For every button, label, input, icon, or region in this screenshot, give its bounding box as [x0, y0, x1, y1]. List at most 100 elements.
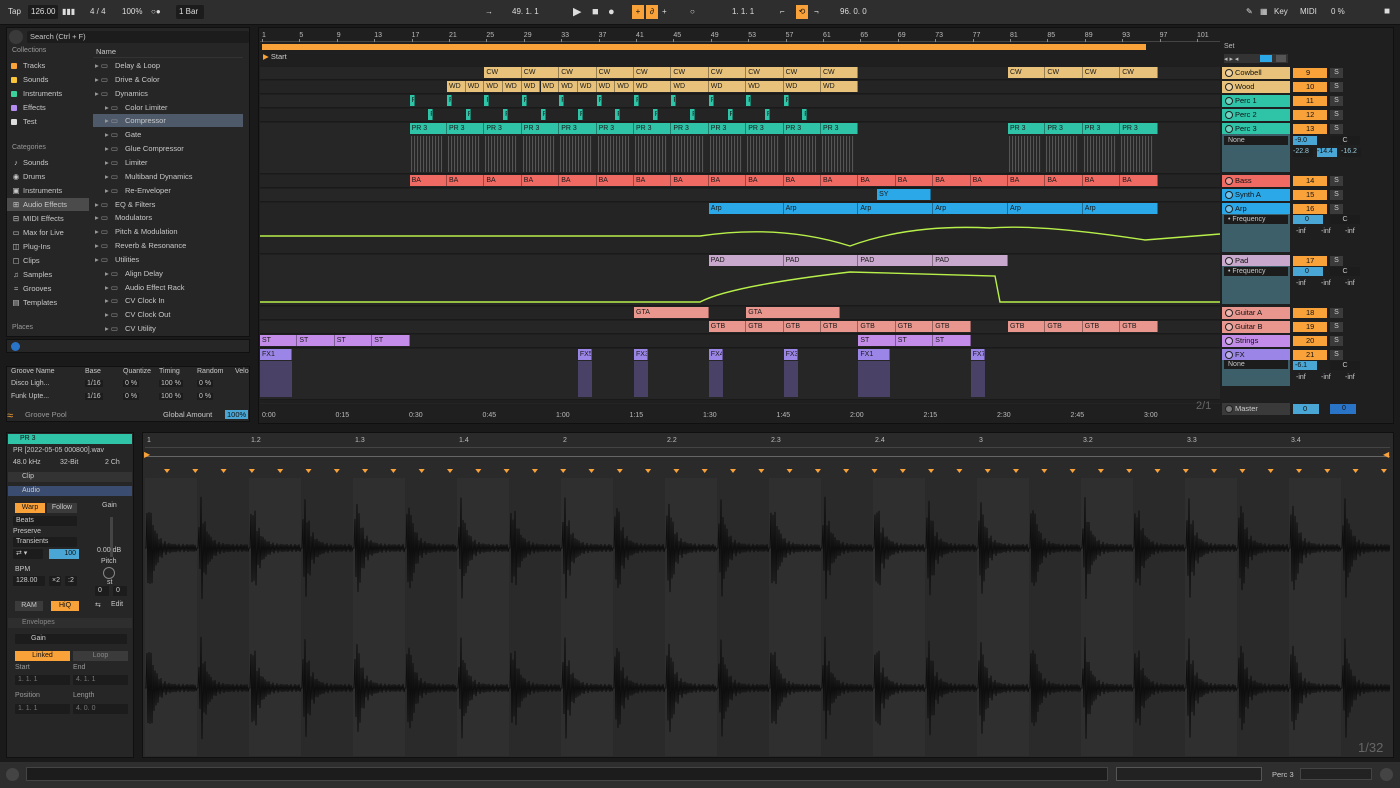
track-activator-icon[interactable]	[1225, 111, 1233, 119]
solo-button[interactable]: S	[1330, 68, 1343, 78]
double-tempo-button[interactable]: ×2	[49, 576, 61, 586]
transient-marker[interactable]	[1097, 469, 1104, 473]
category-item[interactable]: ▤ Templates	[7, 296, 89, 309]
transient-loop-select[interactable]: ⇄ ▾	[13, 549, 43, 559]
search-input[interactable]: Search (Ctrl + F)	[27, 31, 249, 43]
track-number[interactable]: 18	[1293, 308, 1327, 318]
perc3-pan[interactable]: C	[1330, 136, 1360, 145]
track-header[interactable]: Master	[1222, 403, 1290, 415]
overdub-icon[interactable]: +	[632, 5, 644, 19]
perc3-output-select[interactable]: None	[1224, 136, 1288, 145]
pad-volume[interactable]: 0	[1293, 267, 1323, 276]
category-item[interactable]: ▣ Instruments	[7, 184, 89, 197]
loop-button[interactable]: Loop	[73, 651, 128, 661]
detune-field[interactable]: 0	[113, 586, 127, 596]
track-number[interactable]: 13	[1293, 124, 1327, 134]
time-ruler[interactable]: 0:00 0:15 0:30 0:45 1:00 1:15 1:30 1:45 2:00 2:15…	[260, 410, 1220, 422]
punch-in-icon[interactable]: ⌐	[780, 5, 785, 19]
global-amount-field[interactable]: 100%	[225, 410, 249, 419]
transient-marker[interactable]	[588, 469, 595, 473]
category-item[interactable]: ⊞ Audio Effects	[7, 198, 89, 211]
record-icon[interactable]: ●	[608, 5, 615, 19]
transient-marker[interactable]	[1267, 469, 1274, 473]
track-activator-icon[interactable]	[1225, 405, 1233, 413]
session-record-icon[interactable]: ○	[690, 5, 695, 19]
automation-curves[interactable]	[260, 64, 1220, 404]
stop-icon[interactable]: ■	[592, 5, 599, 19]
position-field[interactable]: 49. 1. 1	[512, 5, 539, 19]
loop-icon[interactable]: ⟲	[796, 5, 808, 19]
transient-marker[interactable]	[333, 469, 340, 473]
solo-button[interactable]: S	[1330, 308, 1343, 318]
category-item[interactable]: ⊟ MIDI Effects	[7, 212, 89, 225]
transient-marker[interactable]	[1239, 469, 1246, 473]
track-activator-icon[interactable]	[1225, 69, 1233, 77]
track-number[interactable]: 16	[1293, 204, 1327, 214]
transient-marker[interactable]	[447, 469, 453, 473]
transient-marker[interactable]	[984, 469, 991, 473]
tap-button[interactable]: Tap	[8, 5, 21, 19]
transient-marker[interactable]	[786, 469, 793, 473]
keyboard-icon[interactable]: ▦	[1260, 5, 1268, 19]
category-item[interactable]: ≈ Grooves	[7, 282, 89, 295]
punch-out-icon[interactable]: ¬	[814, 5, 819, 19]
overview-minimap[interactable]	[1116, 767, 1262, 781]
reverse-icon[interactable]: ⇆	[95, 601, 101, 609]
midi-map-button[interactable]: MIDI	[1300, 5, 1317, 19]
browser-file-item[interactable]: ▸ ▭ Drive & Color	[93, 73, 243, 86]
transient-marker[interactable]	[1380, 469, 1387, 473]
linked-button[interactable]: Linked	[15, 651, 70, 661]
track-header[interactable]: Guitar A	[1222, 307, 1290, 319]
arp-volume[interactable]: 0	[1293, 215, 1323, 224]
warp-mode-select[interactable]: Beats	[13, 516, 77, 526]
record-mode-icon[interactable]: ○●	[151, 5, 161, 19]
play-icon[interactable]: ▶	[573, 5, 581, 19]
browser-file-item[interactable]: ▸ ▭ Align Delay	[93, 267, 243, 280]
solo-button[interactable]: S	[1330, 176, 1343, 186]
loop-brace[interactable]	[262, 44, 1146, 50]
end-field[interactable]: 4. 1. 1	[73, 675, 128, 685]
track-activator-icon[interactable]	[1225, 83, 1233, 91]
transient-marker[interactable]	[1324, 469, 1331, 473]
transient-marker[interactable]	[1013, 469, 1019, 473]
track-header[interactable]: Perc 1	[1222, 95, 1290, 107]
track-activator-icon[interactable]	[1225, 97, 1233, 105]
transient-marker[interactable]	[673, 469, 680, 473]
browser-file-item[interactable]: ▸ ▭ Modulators	[93, 211, 243, 224]
track-number[interactable]: 0	[1293, 404, 1319, 414]
browser-file-item[interactable]: ▸ ▭ CV Utility	[93, 322, 243, 335]
solo-button[interactable]: S	[1330, 124, 1343, 134]
browser-file-item[interactable]: ▸ ▭ EQ & Filters	[93, 198, 243, 211]
transient-marker[interactable]	[220, 469, 227, 473]
position-field[interactable]: 1. 1. 1	[15, 704, 70, 714]
track-header[interactable]: Synth A	[1222, 189, 1290, 201]
loop-start-field[interactable]: 1. 1. 1	[732, 5, 754, 19]
envelope-param-select[interactable]: Gain	[15, 634, 127, 644]
track-activator-icon[interactable]	[1225, 351, 1233, 359]
pad-pan[interactable]: C	[1330, 267, 1360, 276]
transient-marker[interactable]	[1296, 469, 1302, 473]
clip-title[interactable]: PR 3	[8, 434, 132, 444]
groove-cell[interactable]: 0 %	[123, 380, 140, 387]
solo-button[interactable]: S	[1330, 204, 1343, 214]
metronome-icon[interactable]: ▮▮▮	[62, 5, 75, 19]
detail-toggle-icon[interactable]	[1380, 768, 1393, 781]
transient-marker[interactable]	[1352, 469, 1359, 473]
fx-pan[interactable]: C	[1330, 361, 1360, 370]
track-activator-icon[interactable]	[1225, 205, 1233, 213]
end-marker-icon[interactable]: ◀	[1383, 450, 1389, 459]
perc3-volume[interactable]: -9.0	[1293, 136, 1317, 145]
browser-file-item[interactable]: ▸ ▭ Dynamics	[93, 87, 243, 100]
transient-marker[interactable]	[305, 469, 312, 473]
bpm-field[interactable]: 128.00	[13, 576, 45, 586]
groove-column-header[interactable]: Timing	[159, 368, 180, 375]
groove-column-header[interactable]: Velo	[235, 368, 249, 375]
quantize-select[interactable]: 1 Bar	[176, 5, 204, 19]
tempo-field[interactable]: 126.00	[28, 5, 59, 19]
groove-column-header[interactable]: Random	[197, 368, 223, 375]
track-header[interactable]: Cowbell	[1222, 67, 1290, 79]
groove-column-header[interactable]: Quantize	[123, 368, 151, 375]
arp-pan[interactable]: C	[1330, 215, 1360, 224]
track-number[interactable]: 15	[1293, 190, 1327, 200]
solo-button[interactable]: S	[1330, 96, 1343, 106]
